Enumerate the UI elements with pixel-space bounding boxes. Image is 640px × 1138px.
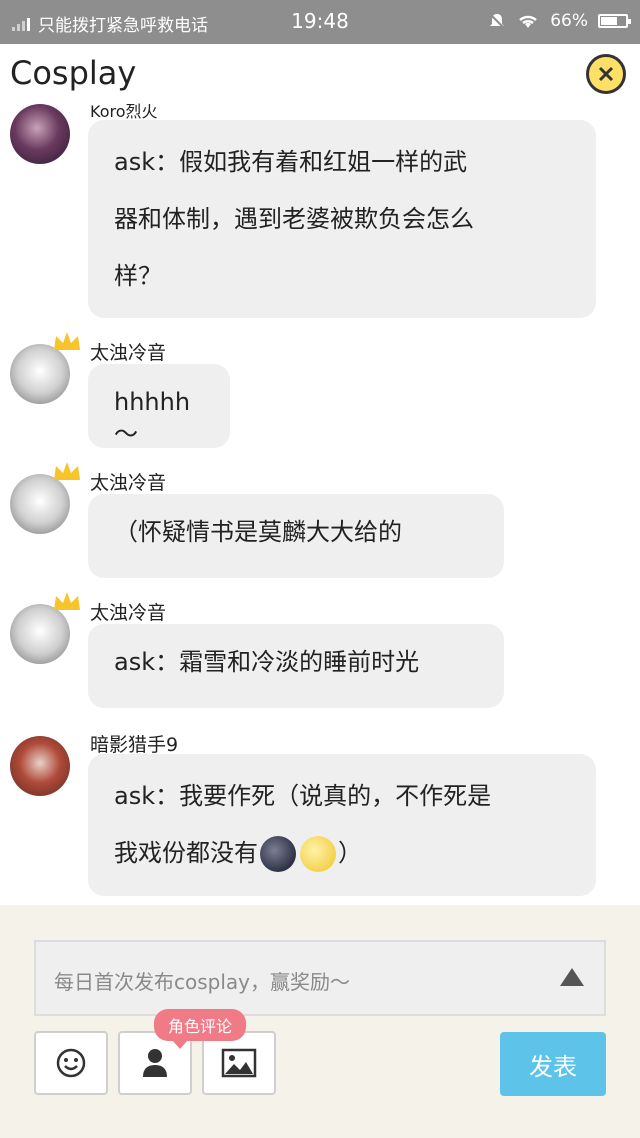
avatar[interactable] bbox=[10, 736, 70, 796]
close-button[interactable] bbox=[586, 54, 626, 94]
page-title: Cosplay bbox=[10, 54, 137, 92]
message-bubble: ask：假如我有着和红姐一样的武 器和体制，遇到老婆被欺负会怎么 样？ bbox=[88, 120, 596, 318]
wifi-icon bbox=[519, 15, 538, 28]
smiley-icon bbox=[56, 1048, 86, 1078]
avatar[interactable] bbox=[10, 104, 70, 164]
message-bubble: ask：我要作死（说真的，不作死是 我戏份都没有 ） bbox=[88, 754, 596, 896]
avatar[interactable] bbox=[10, 474, 70, 534]
status-bar: 只能拨打紧急呼救电话 19:48 66% bbox=[0, 0, 640, 44]
chat-message: 太浊冷音 ask：霜雪和冷淡的睡前时光 bbox=[0, 590, 640, 710]
username: 太浊冷音 bbox=[90, 602, 167, 624]
crown-icon bbox=[54, 462, 80, 480]
username: 暗影猎手9 bbox=[90, 734, 179, 756]
message-text-line: 我戏份都没有 ） bbox=[114, 825, 570, 882]
image-icon bbox=[221, 1048, 257, 1078]
message-text: （怀疑情书是莫麟大大给的 bbox=[114, 518, 402, 546]
chat-message: 暗影猎手9 ask：我要作死（说真的，不作死是 我戏份都没有 ） bbox=[0, 728, 640, 898]
emoji-button[interactable] bbox=[34, 1031, 108, 1095]
publish-button[interactable]: 发表 bbox=[500, 1032, 606, 1096]
expand-arrow-icon[interactable] bbox=[560, 968, 584, 986]
full-moon-face-icon bbox=[300, 836, 336, 872]
username: Koro烈火 bbox=[90, 102, 158, 121]
message-text-line: 器和体制，遇到老婆被欺负会怎么 bbox=[114, 205, 474, 233]
avatar[interactable] bbox=[10, 344, 70, 404]
message-text: ask：霜雪和冷淡的睡前时光 bbox=[114, 648, 420, 676]
crown-icon bbox=[54, 332, 80, 350]
message-bubble: ask：霜雪和冷淡的睡前时光 bbox=[88, 624, 504, 708]
avatar[interactable] bbox=[10, 604, 70, 664]
composer: 每日首次发布cosplay，赢奖励～ 角色评论 发表 bbox=[0, 905, 640, 1138]
battery-icon bbox=[598, 14, 631, 28]
message-bubble: hhhhh～ bbox=[88, 364, 230, 448]
chat-message: Koro烈火 ask：假如我有着和红姐一样的武 器和体制，遇到老婆被欺负会怎么 … bbox=[0, 102, 640, 318]
message-text: 我戏份都没有 bbox=[114, 839, 258, 867]
message-text: ） bbox=[338, 839, 362, 867]
comment-input[interactable]: 每日首次发布cosplay，赢奖励～ bbox=[34, 940, 606, 1016]
username: 太浊冷音 bbox=[90, 342, 167, 364]
message-text-line: 样？ bbox=[114, 262, 162, 290]
message-text-line: ask：我要作死（说真的，不作死是 bbox=[114, 782, 492, 810]
header: Cosplay bbox=[0, 44, 640, 104]
message-text-line: ask：假如我有着和红姐一样的武 bbox=[114, 148, 468, 176]
comment-placeholder: 每日首次发布cosplay，赢奖励～ bbox=[54, 970, 350, 994]
username: 太浊冷音 bbox=[90, 472, 167, 494]
new-moon-face-icon bbox=[260, 836, 296, 872]
message-bubble: （怀疑情书是莫麟大大给的 bbox=[88, 494, 504, 578]
person-icon bbox=[143, 1049, 167, 1077]
chat-message: 太浊冷音 （怀疑情书是莫麟大大给的 bbox=[0, 460, 640, 580]
message-text: hhhhh～ bbox=[114, 388, 191, 448]
role-comment-badge: 角色评论 bbox=[154, 1009, 247, 1049]
battery-percent: 66% bbox=[550, 11, 588, 31]
close-icon bbox=[598, 66, 614, 82]
crown-icon bbox=[54, 592, 80, 610]
mute-bell-icon bbox=[489, 13, 505, 29]
chat-message: 太浊冷音 hhhhh～ bbox=[0, 330, 640, 450]
